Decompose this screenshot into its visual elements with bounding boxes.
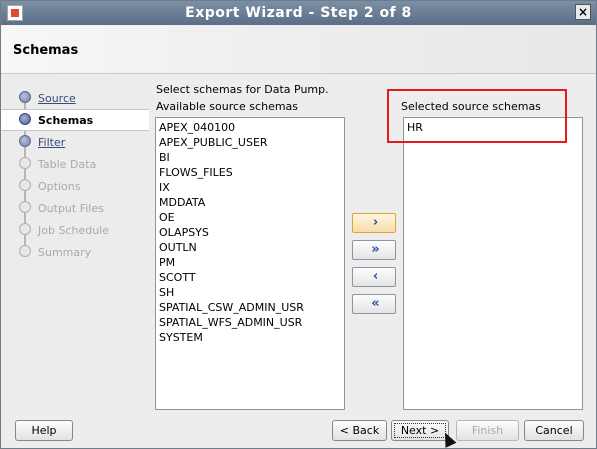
list-item[interactable]: APEX_PUBLIC_USER bbox=[159, 136, 268, 149]
help-button[interactable]: Help bbox=[15, 420, 73, 441]
move-selected-right-button[interactable]: › bbox=[352, 213, 396, 233]
export-wizard-window: Export Wizard - Step 2 of 8 × Schemas So… bbox=[0, 0, 597, 449]
step-current-icon bbox=[19, 113, 31, 125]
window-title: Export Wizard - Step 2 of 8 bbox=[185, 5, 412, 21]
mouse-cursor-icon bbox=[439, 430, 457, 448]
list-item[interactable]: PM bbox=[159, 256, 175, 269]
available-schemas-list[interactable]: APEX_040100 APEX_PUBLIC_USER BI FLOWS_FI… bbox=[155, 117, 345, 410]
step-pending-icon bbox=[19, 245, 31, 257]
list-item[interactable]: OUTLN bbox=[159, 241, 197, 254]
list-item[interactable]: MDDATA bbox=[159, 196, 205, 209]
step-source[interactable]: Source bbox=[1, 88, 149, 110]
list-item[interactable]: APEX_040100 bbox=[159, 121, 235, 134]
step-pending-icon bbox=[19, 201, 31, 213]
list-item[interactable]: SPATIAL_CSW_ADMIN_USR bbox=[159, 301, 304, 314]
step-pending-icon bbox=[19, 157, 31, 169]
list-item[interactable]: SH bbox=[159, 286, 174, 299]
step-label: Options bbox=[38, 180, 81, 193]
annotation-highlight-box bbox=[387, 89, 567, 143]
step-complete-icon bbox=[19, 135, 31, 147]
step-summary: Summary bbox=[1, 242, 149, 264]
title-bar: Export Wizard - Step 2 of 8 × bbox=[1, 1, 596, 25]
step-label: Summary bbox=[38, 246, 92, 259]
list-item[interactable]: OLAPSYS bbox=[159, 226, 209, 239]
double-chevron-left-icon: « bbox=[371, 296, 379, 311]
double-chevron-right-icon: » bbox=[371, 242, 379, 257]
wizard-steps-nav: Source Schemas Filter Table Data Options… bbox=[1, 75, 149, 405]
move-all-left-button[interactable]: « bbox=[352, 294, 396, 314]
list-item[interactable]: SCOTT bbox=[159, 271, 196, 284]
page-title: Schemas bbox=[13, 43, 79, 58]
step-table-data: Table Data bbox=[1, 154, 149, 176]
list-item[interactable]: OE bbox=[159, 211, 175, 224]
step-label: Job Schedule bbox=[38, 224, 110, 237]
step-label: Filter bbox=[38, 136, 66, 149]
finish-button: Finish bbox=[456, 420, 519, 441]
list-item[interactable]: IX bbox=[159, 181, 170, 194]
chevron-left-icon: ‹ bbox=[372, 269, 378, 284]
step-complete-icon bbox=[19, 91, 31, 103]
step-job-schedule: Job Schedule bbox=[1, 220, 149, 242]
step-filter[interactable]: Filter bbox=[1, 132, 149, 154]
step-label: Table Data bbox=[38, 158, 97, 171]
move-selected-left-button[interactable]: ‹ bbox=[352, 267, 396, 287]
step-header: Schemas bbox=[1, 25, 596, 74]
list-item[interactable]: BI bbox=[159, 151, 170, 164]
step-label: Schemas bbox=[38, 114, 94, 127]
step-label: Output Files bbox=[38, 202, 104, 215]
close-button[interactable]: × bbox=[575, 4, 591, 20]
back-button[interactable]: < Back bbox=[332, 420, 387, 441]
step-options: Options bbox=[1, 176, 149, 198]
available-schemas-label: Available source schemas bbox=[156, 100, 299, 113]
step-pending-icon bbox=[19, 223, 31, 235]
instruction-text: Select schemas for Data Pump. bbox=[156, 83, 329, 96]
chevron-right-icon: › bbox=[372, 215, 378, 230]
step-pending-icon bbox=[19, 179, 31, 191]
list-item[interactable]: FLOWS_FILES bbox=[159, 166, 233, 179]
cancel-button[interactable]: Cancel bbox=[524, 420, 584, 441]
selected-schemas-list[interactable]: HR bbox=[403, 117, 583, 410]
step-output-files: Output Files bbox=[1, 198, 149, 220]
list-item[interactable]: SPATIAL_WFS_ADMIN_USR bbox=[159, 316, 302, 329]
move-all-right-button[interactable]: » bbox=[352, 240, 396, 260]
list-item[interactable]: SYSTEM bbox=[159, 331, 203, 344]
step-schemas[interactable]: Schemas bbox=[1, 109, 149, 131]
step-label: Source bbox=[38, 92, 76, 105]
